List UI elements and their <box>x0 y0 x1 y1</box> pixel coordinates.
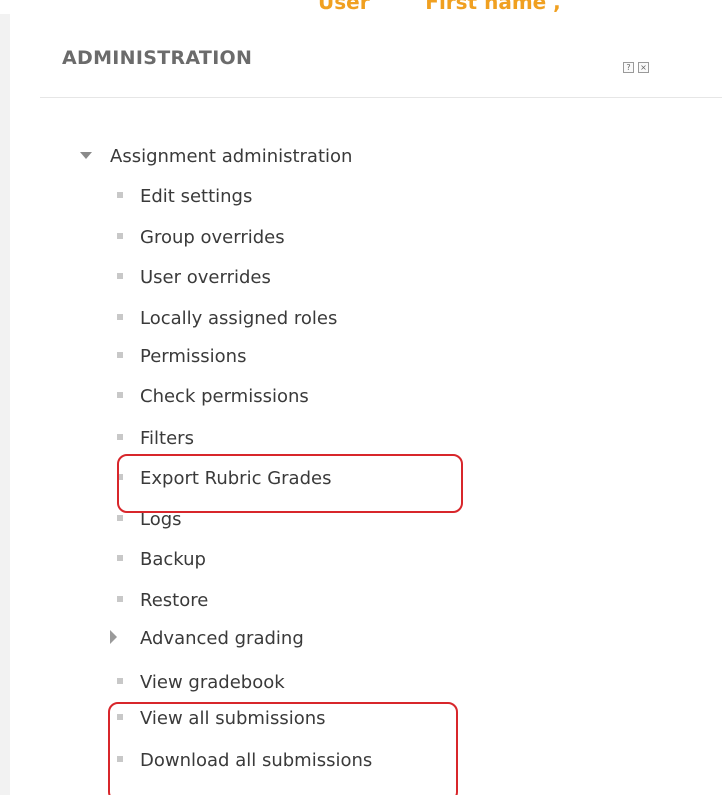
bullet-icon <box>117 392 123 398</box>
help-icon[interactable]: ? <box>623 62 634 73</box>
header-divider <box>40 97 722 98</box>
tree-item-label: Logs <box>140 509 182 530</box>
bullet-icon <box>117 714 123 720</box>
tree-item-download-all-submissions[interactable]: Download all submissions <box>117 749 372 773</box>
block-controls: ? × <box>623 62 649 73</box>
tree-item-edit-settings[interactable]: Edit settings <box>117 185 252 209</box>
tree-item-label: Locally assigned roles <box>140 308 338 329</box>
bullet-icon <box>117 555 123 561</box>
tree-item-view-gradebook[interactable]: View gradebook <box>117 671 285 695</box>
tree-item-locally-assigned-roles[interactable]: Locally assigned roles <box>117 307 337 331</box>
tree-item-label: Export Rubric Grades <box>140 468 332 489</box>
tree-item-label: View gradebook <box>140 672 285 693</box>
tree-item-label: User overrides <box>140 267 271 288</box>
tree-item-label: Restore <box>140 590 209 611</box>
close-icon[interactable]: × <box>638 62 649 73</box>
bullet-icon <box>117 314 123 320</box>
tree-item-label: Advanced grading <box>140 628 304 649</box>
bullet-icon <box>117 678 123 684</box>
caret-down-icon <box>80 151 92 159</box>
page: User First name , ADMINISTRATION ? × Ass… <box>0 0 722 795</box>
tree-item-check-permissions[interactable]: Check permissions <box>117 385 309 409</box>
bullet-icon <box>117 434 123 440</box>
tree-root-label: Assignment administration <box>110 146 353 167</box>
tree-item-restore[interactable]: Restore <box>117 589 208 613</box>
bullet-icon <box>117 233 123 239</box>
tree-item-label: Check permissions <box>140 386 309 407</box>
bullet-icon <box>117 756 123 762</box>
tree-item-advanced-grading[interactable]: Advanced grading <box>110 627 304 651</box>
tree-item-view-all-submissions[interactable]: View all submissions <box>117 707 326 731</box>
tree-item-label: Backup <box>140 549 206 570</box>
tree-item-label: Group overrides <box>140 227 285 248</box>
tree-item-label: View all submissions <box>140 708 326 729</box>
bullet-icon <box>117 352 123 358</box>
bullet-icon <box>117 273 123 279</box>
bullet-icon <box>117 474 123 480</box>
tree-item-export-rubric-grades[interactable]: Export Rubric Grades <box>117 467 331 491</box>
bullet-icon <box>117 515 123 521</box>
caret-right-icon <box>110 630 117 644</box>
tree-item-permissions[interactable]: Permissions <box>117 345 246 369</box>
tree-item-backup[interactable]: Backup <box>117 548 206 572</box>
tree-item-group-overrides[interactable]: Group overrides <box>117 226 285 250</box>
top-strip: User First name , <box>0 0 722 14</box>
tree-item-label: Edit settings <box>140 186 253 207</box>
tree-item-label: Download all submissions <box>140 750 373 771</box>
bullet-icon <box>117 192 123 198</box>
top-strip-text: User First name , <box>318 0 561 14</box>
tree-item-filters[interactable]: Filters <box>117 427 194 451</box>
tree-item-label: Permissions <box>140 346 247 367</box>
tree-item-user-overrides[interactable]: User overrides <box>117 266 271 290</box>
tree-item-logs[interactable]: Logs <box>117 508 182 532</box>
left-gutter <box>0 0 10 795</box>
bullet-icon <box>117 596 123 602</box>
block-title: ADMINISTRATION <box>62 47 253 69</box>
tree-item-label: Filters <box>140 428 194 449</box>
tree-root-assignment-administration[interactable]: Assignment administration <box>80 145 352 169</box>
